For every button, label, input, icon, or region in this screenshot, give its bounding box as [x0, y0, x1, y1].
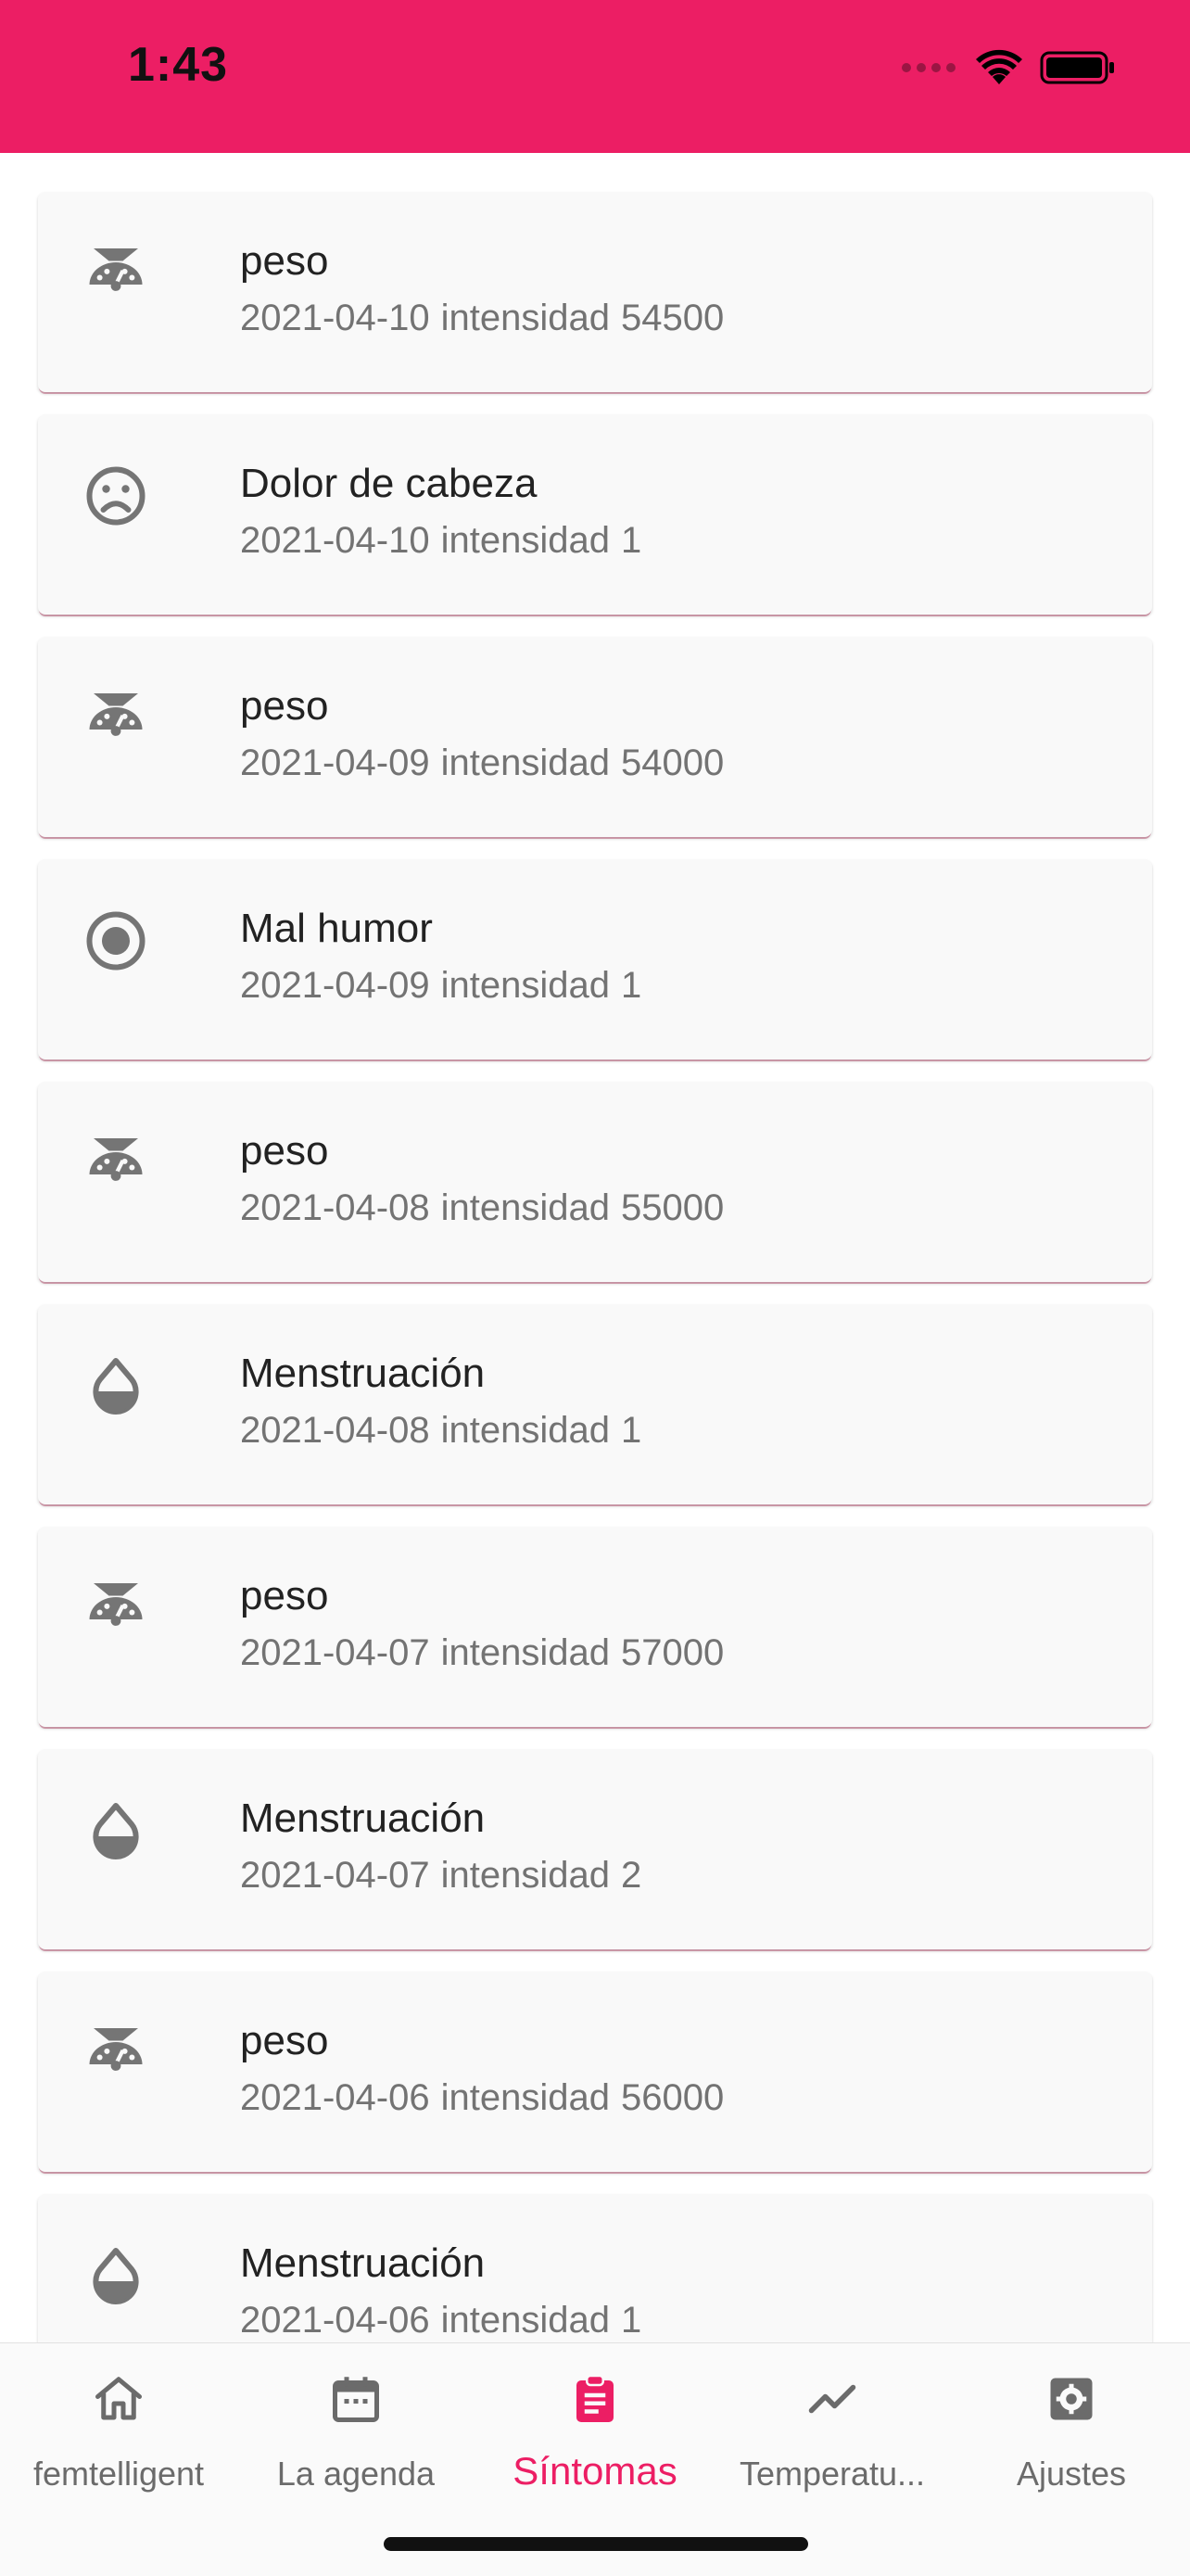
symptom-title: Menstruación — [240, 2240, 486, 2286]
symptom-card[interactable]: peso 2021-04-08 intensidad 55000 — [38, 1082, 1152, 1282]
symptom-detail: 2021-04-08 intensidad 1 — [240, 1410, 641, 1452]
symptom-date: 2021-04-09 — [240, 965, 430, 1006]
cellular-signal-icon — [902, 63, 956, 72]
symptom-card[interactable]: Mal humor 2021-04-09 intensidad 1 — [38, 859, 1152, 1060]
symptom-intensity-label: intensidad — [440, 520, 610, 561]
symptom-intensity-label: intensidad — [440, 2077, 610, 2118]
symptom-date: 2021-04-07 — [240, 1855, 430, 1896]
symptom-detail: 2021-04-08 intensidad 55000 — [240, 1187, 724, 1229]
symptom-card[interactable]: Menstruación 2021-04-07 intensidad 2 — [38, 1749, 1152, 1949]
scale-icon — [89, 2028, 143, 2071]
scale-icon — [89, 1583, 143, 1626]
symptom-intensity-value: 1 — [620, 965, 642, 1006]
symptom-date: 2021-04-06 — [240, 2077, 430, 2118]
symptom-intensity-label: intensidad — [440, 742, 610, 783]
symptom-date: 2021-04-08 — [240, 1410, 430, 1451]
nav-label: La agenda — [276, 2455, 436, 2493]
symptom-date: 2021-04-06 — [240, 2300, 430, 2341]
symptom-intensity-value: 56000 — [620, 2077, 725, 2118]
battery-icon — [1040, 51, 1114, 84]
settings-icon — [1050, 2378, 1093, 2420]
symptom-title: Mal humor — [240, 906, 433, 951]
symptom-intensity-value: 57000 — [620, 1632, 725, 1673]
nav-label: Ajustes — [1016, 2455, 1127, 2493]
symptom-intensity-label: intensidad — [440, 1410, 610, 1451]
drop-icon — [93, 2248, 139, 2304]
symptom-intensity-label: intensidad — [440, 298, 610, 338]
symptom-list[interactable]: peso 2021-04-10 intensidad 54500 Dolor de … — [0, 153, 1190, 2342]
radio-button-icon — [86, 911, 146, 971]
symptom-title: peso — [240, 1573, 329, 1618]
symptom-card[interactable]: peso 2021-04-09 intensidad 54000 — [38, 637, 1152, 837]
symptom-intensity-value: 1 — [620, 2300, 642, 2341]
symptom-detail: 2021-04-06 intensidad 56000 — [240, 2077, 724, 2119]
symptom-detail: 2021-04-07 intensidad 57000 — [240, 1632, 724, 1674]
symptom-detail: 2021-04-10 intensidad 1 — [240, 520, 641, 562]
calendar-icon — [333, 2377, 379, 2422]
symptom-intensity-value: 1 — [620, 520, 642, 561]
nav-item-settings[interactable]: Ajustes — [953, 2343, 1190, 2501]
symptom-intensity-value: 1 — [620, 1410, 642, 1451]
nav-item-temperature[interactable]: Temperatu... — [714, 2343, 951, 2501]
symptom-card[interactable]: Menstruación 2021-04-06 intensidad 1 — [38, 2194, 1152, 2342]
symptom-date: 2021-04-10 — [240, 298, 430, 338]
symptom-card[interactable]: peso 2021-04-06 intensidad 56000 — [38, 1972, 1152, 2172]
symptom-intensity-label: intensidad — [440, 1632, 610, 1673]
wifi-icon — [976, 49, 1022, 84]
symptom-title: Menstruación — [240, 1796, 486, 1841]
nav-item-home[interactable]: femtelligent — [0, 2343, 237, 2501]
scale-icon — [89, 1138, 143, 1181]
symptom-card[interactable]: peso 2021-04-07 intensidad 57000 — [38, 1527, 1152, 1727]
symptom-title: peso — [240, 238, 329, 284]
nav-label: Temperatu... — [739, 2455, 926, 2493]
status-icons — [901, 44, 1116, 91]
symptom-title: peso — [240, 1128, 329, 1174]
symptom-detail: 2021-04-06 intensidad 1 — [240, 2300, 641, 2341]
symptom-date: 2021-04-10 — [240, 520, 430, 561]
drop-icon — [93, 1358, 139, 1415]
scale-icon — [89, 693, 143, 736]
trending-line-icon — [808, 2384, 856, 2414]
home-indicator[interactable] — [384, 2537, 808, 2551]
symptom-date: 2021-04-07 — [240, 1632, 430, 1673]
home-icon — [95, 2377, 142, 2420]
symptom-detail: 2021-04-09 intensidad 54000 — [240, 742, 724, 784]
nav-item-agenda[interactable]: La agenda — [237, 2343, 475, 2501]
symptom-intensity-value: 2 — [620, 1855, 642, 1896]
sad-face-icon — [86, 466, 146, 526]
symptom-date: 2021-04-08 — [240, 1187, 430, 1228]
symptom-intensity-label: intensidad — [440, 1855, 610, 1896]
clipboard-icon — [576, 2374, 614, 2422]
nav-item-symptoms[interactable]: Síntomas — [476, 2343, 714, 2501]
symptom-intensity-label: intensidad — [440, 1187, 610, 1228]
symptom-card[interactable]: Dolor de cabeza 2021-04-10 intensidad 1 — [38, 414, 1152, 615]
nav-label: Síntomas — [513, 2449, 677, 2493]
status-time: 1:43 — [128, 38, 229, 92]
symptom-intensity-label: intensidad — [440, 965, 610, 1006]
symptom-intensity-value: 54000 — [620, 742, 725, 783]
symptom-intensity-label: intensidad — [440, 2300, 610, 2341]
symptom-title: peso — [240, 683, 329, 729]
symptom-detail: 2021-04-07 intensidad 2 — [240, 1855, 641, 1897]
symptom-date: 2021-04-09 — [240, 742, 430, 783]
scale-icon — [89, 248, 143, 291]
symptom-title: Menstruación — [240, 1351, 486, 1396]
symptom-detail: 2021-04-09 intensidad 1 — [240, 965, 641, 1007]
symptom-title: peso — [240, 2018, 329, 2063]
symptom-detail: 2021-04-10 intensidad 54500 — [240, 298, 724, 339]
drop-icon — [93, 1803, 139, 1859]
nav-label: femtelligent — [32, 2455, 205, 2493]
symptom-card[interactable]: Menstruación 2021-04-08 intensidad 1 — [38, 1304, 1152, 1504]
symptom-intensity-value: 55000 — [620, 1187, 725, 1228]
status-bar: 1:43 — [0, 0, 1190, 153]
symptom-title: Dolor de cabeza — [240, 461, 538, 506]
symptom-intensity-value: 54500 — [620, 298, 725, 338]
symptom-card[interactable]: peso 2021-04-10 intensidad 54500 — [38, 192, 1152, 392]
